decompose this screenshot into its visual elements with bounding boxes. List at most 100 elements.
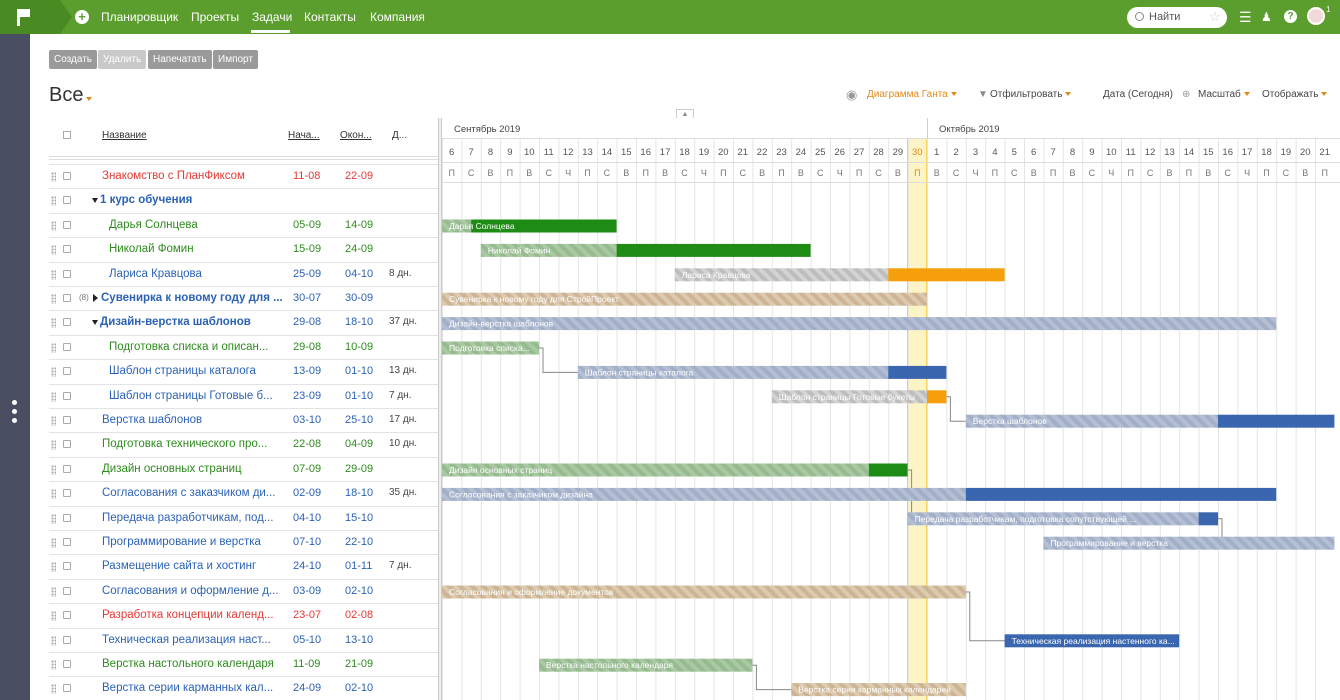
view-selector[interactable]: Диаграмма Ганта [867, 89, 957, 100]
drag-handle-icon[interactable] [51, 489, 56, 500]
day-number[interactable]: 16 [1222, 147, 1233, 158]
table-row[interactable]: Шаблон страницы Готовые б... 23-09 01-10 7 … [49, 383, 438, 408]
print-button[interactable]: Напечатать [148, 50, 212, 69]
task-name[interactable]: Верстка серии карманных кал... [102, 682, 285, 694]
page-title[interactable]: Все [49, 84, 83, 107]
notification-bell-icon[interactable]: ♟ [1261, 9, 1272, 25]
table-row[interactable]: Дизайн основных страниц 07-09 29-09 [49, 456, 438, 481]
day-number[interactable]: 17 [660, 147, 671, 158]
day-number[interactable]: 19 [1281, 147, 1292, 158]
day-number[interactable]: 18 [1261, 147, 1272, 158]
day-number[interactable]: 12 [563, 147, 574, 158]
drag-handle-icon[interactable] [51, 342, 56, 353]
table-row[interactable]: Размещение сайта и хостинг 24-10 01-11 7 дн… [49, 554, 438, 578]
import-button[interactable]: Импорт [213, 50, 258, 69]
task-name[interactable]: Верстка шаблонов [102, 414, 285, 426]
gantt-bar[interactable]: Подготовка списка... [442, 341, 539, 355]
day-number[interactable]: 22 [757, 147, 768, 158]
drag-handle-icon[interactable] [51, 660, 56, 670]
row-checkbox[interactable] [63, 220, 71, 229]
gantt-bar[interactable]: Передача разработчикам, подготовка сопут… [907, 512, 1218, 526]
day-number[interactable]: 18 [679, 147, 690, 158]
nav-company[interactable]: Компания [370, 10, 425, 24]
day-number[interactable]: 9 [1089, 147, 1094, 158]
gantt-bar[interactable]: Согласования и оформление документов [442, 585, 966, 599]
table-row[interactable]: Программирование и верстка 07-10 22-10 [49, 530, 438, 554]
task-name[interactable]: Дизайн основных страниц [102, 463, 285, 475]
task-name[interactable]: Верстка настольного календаря [102, 658, 285, 670]
drag-handle-icon[interactable] [51, 635, 56, 646]
table-row[interactable]: Лариса Кравцова 25-09 04-10 8 дн. [49, 261, 438, 286]
row-checkbox[interactable] [63, 489, 71, 498]
day-number[interactable]: 30 [912, 147, 923, 158]
row-checkbox[interactable] [63, 684, 71, 693]
menu-icon[interactable]: ☰ [1239, 9, 1252, 25]
drag-handle-icon[interactable] [51, 318, 56, 329]
date-today-button[interactable]: Дата (Сегодня) [1103, 89, 1173, 100]
chevron-down-icon[interactable] [86, 97, 92, 101]
day-number[interactable]: 13 [1164, 147, 1175, 158]
gantt-bar[interactable]: Николай Фомин [480, 243, 811, 257]
add-icon[interactable]: + [75, 10, 89, 24]
select-all-checkbox[interactable] [63, 131, 71, 139]
day-number[interactable]: 19 [699, 147, 710, 158]
column-end-header[interactable]: Окон... [340, 130, 372, 141]
drag-handle-icon[interactable] [51, 391, 56, 402]
gantt-bar[interactable]: Шаблон страницы Готовые букеты [771, 390, 947, 404]
drag-handle-icon[interactable] [51, 245, 56, 256]
row-checkbox[interactable] [63, 611, 71, 620]
drag-handle-icon[interactable] [51, 538, 56, 548]
drag-handle-icon[interactable] [51, 513, 56, 524]
task-name[interactable]: Техническая реализация наст... [102, 634, 285, 646]
task-name[interactable]: 1 курс обучения [100, 194, 285, 206]
expand-right-icon[interactable] [93, 294, 98, 302]
nav-projects[interactable]: Проекты [191, 10, 239, 24]
task-name[interactable]: Размещение сайта и хостинг [102, 560, 285, 572]
task-name[interactable]: Согласования с заказчиком ди... [102, 487, 285, 499]
day-number[interactable]: 24 [796, 147, 807, 158]
day-number[interactable]: 8 [1070, 147, 1075, 158]
table-row[interactable]: Подготовка технического про... 22-08 04-09… [49, 432, 438, 456]
task-name[interactable]: Согласования и оформление д... [102, 585, 285, 597]
gantt-bar[interactable]: Шаблон страницы каталога [577, 365, 947, 379]
row-checkbox[interactable] [63, 172, 71, 180]
task-name[interactable]: Дарья Солнцева [109, 219, 285, 231]
drag-handle-icon[interactable] [51, 367, 56, 378]
nav-contacts[interactable]: Контакты [304, 10, 356, 24]
day-number[interactable]: 2 [953, 147, 958, 158]
day-number[interactable]: 10 [1106, 147, 1117, 158]
row-checkbox[interactable] [63, 440, 71, 449]
gantt-bar[interactable]: Согласования с заказчиком дизайна [442, 487, 1277, 501]
day-number[interactable]: 4 [992, 147, 997, 158]
day-number[interactable]: 15 [1203, 147, 1214, 158]
day-number[interactable]: 14 [1184, 147, 1195, 158]
task-name[interactable]: Лариса Кравцова [109, 268, 285, 280]
column-start-header[interactable]: Нача... [288, 130, 320, 141]
task-name[interactable]: Подготовка списка и описан... [109, 341, 285, 353]
day-number[interactable]: 28 [873, 147, 884, 158]
day-number[interactable]: 20 [1300, 147, 1311, 158]
drag-handle-icon[interactable] [51, 464, 56, 475]
table-row[interactable]: Николай Фомин 15-09 24-09 [49, 237, 438, 261]
nav-planner[interactable]: Планировщик [101, 10, 178, 24]
sidebar-toggle-dots-icon[interactable] [12, 400, 17, 427]
drag-handle-icon[interactable] [51, 196, 56, 207]
day-number[interactable]: 1 [934, 147, 939, 158]
drag-handle-icon[interactable] [51, 611, 56, 622]
table-row[interactable]: Верстка настольного календаря 11-09 21-09 [49, 652, 438, 676]
column-duration-header[interactable]: Д... [392, 130, 407, 141]
day-number[interactable]: 6 [1031, 147, 1036, 158]
day-number[interactable]: 5 [1012, 147, 1017, 158]
drag-handle-icon[interactable] [51, 294, 56, 304]
drag-handle-icon[interactable] [51, 220, 56, 231]
create-button[interactable]: Создать [49, 50, 98, 69]
collapse-panel-button[interactable]: ▲ [676, 109, 694, 118]
day-number[interactable]: 11 [544, 147, 554, 158]
drag-handle-icon[interactable] [51, 416, 56, 426]
table-row[interactable]: Разработка концепции календ... 23-07 02-08 [49, 603, 438, 627]
table-row[interactable]: Подготовка списка и описан... 29-08 10-09 [49, 334, 438, 359]
task-name[interactable]: Шаблон страницы каталога [109, 365, 285, 377]
gantt-bar[interactable]: Дизайн-верстка шаблонов [442, 317, 1277, 331]
planfix-logo[interactable] [0, 0, 72, 34]
help-icon[interactable]: ? [1284, 10, 1297, 23]
